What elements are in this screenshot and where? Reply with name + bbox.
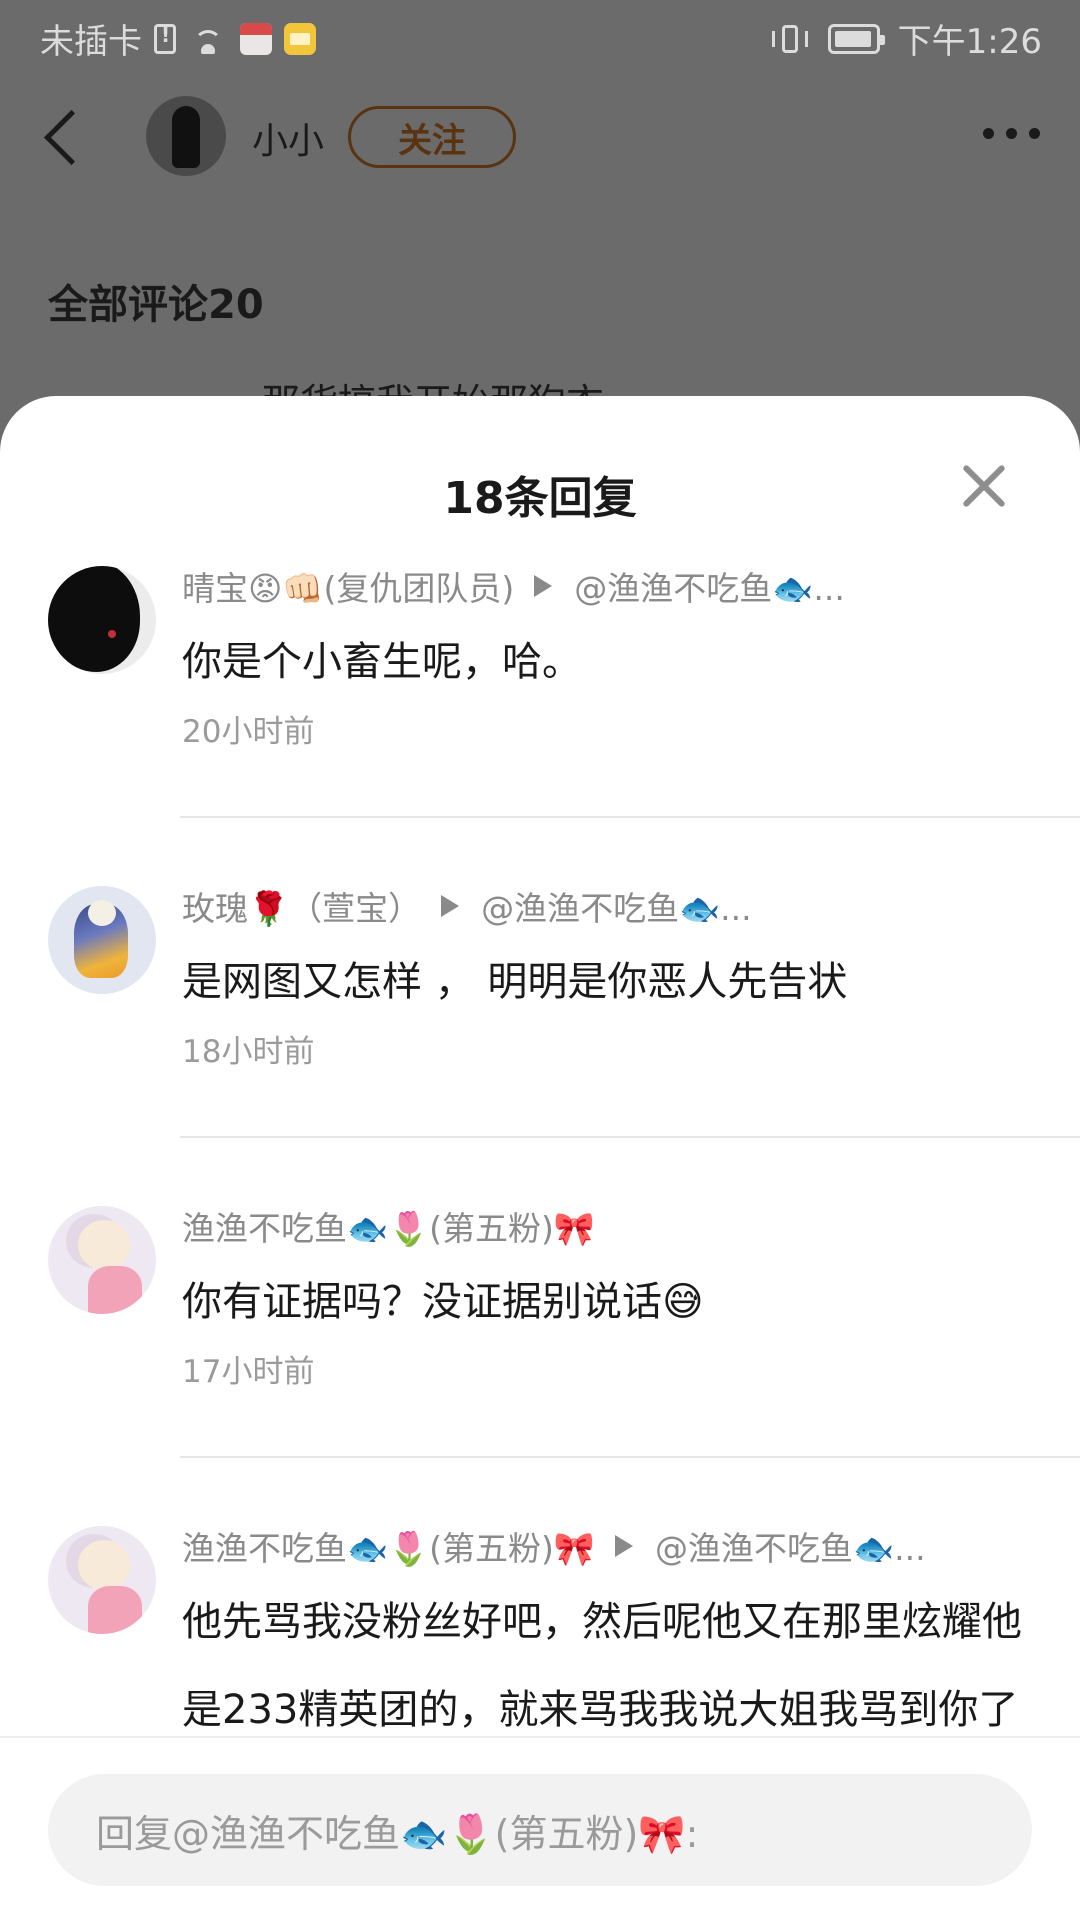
notes-app-icon: [284, 22, 316, 55]
reply-time: 18小时前: [182, 1034, 315, 1070]
author-avatar[interactable]: [146, 96, 226, 176]
calendar-app-icon: [240, 22, 272, 55]
reply-author: 渔渔不吃鱼🐟🌷(第五粉)🎀: [182, 1202, 595, 1250]
divider: [180, 816, 1080, 818]
battery-icon: [827, 23, 885, 54]
follow-button[interactable]: 关注: [348, 106, 516, 168]
divider: [180, 1456, 1080, 1458]
replies-sheet: 18条回复 晴宝😡👊🏻(复仇团队员) @渔渔不吃鱼🐟... 你是个小畜生呢，哈。…: [0, 396, 1080, 1920]
user-avatar[interactable]: [48, 566, 156, 674]
reply-to-name[interactable]: @渔渔不吃鱼🐟...: [655, 1522, 926, 1570]
reply-text: 你有证据吗？没证据别说话😅: [182, 1279, 704, 1325]
reply-author-name[interactable]: 玫瑰🌹（萱宝）: [182, 882, 421, 930]
status-bar: 未插卡 下午1:26: [0, 0, 1080, 76]
reply-input-bar: 回复@渔渔不吃鱼🐟🌷(第五粉)🎀:: [0, 1736, 1080, 1922]
reply-text: 是网图又怎样 ， 明明是你恶人先告状: [182, 959, 848, 1005]
reply-to-arrow-icon: [615, 1535, 634, 1557]
sim-alert-icon: [154, 23, 176, 54]
status-time: 下午1:26: [897, 22, 1042, 62]
author-name[interactable]: 小小: [252, 112, 324, 164]
reply-author: 渔渔不吃鱼🐟🌷(第五粉)🎀 @渔渔不吃鱼🐟...: [182, 1522, 926, 1570]
reply-to-name[interactable]: @渔渔不吃鱼🐟...: [574, 562, 845, 610]
reply-time: 17小时前: [182, 1354, 315, 1390]
reply-author-name[interactable]: 渔渔不吃鱼🐟🌷(第五粉)🎀: [182, 1522, 595, 1570]
reply-time: 20小时前: [182, 714, 315, 750]
reply-to-name[interactable]: @渔渔不吃鱼🐟...: [481, 882, 752, 930]
back-arrow-icon[interactable]: [43, 109, 100, 166]
reply-to-arrow-icon: [441, 895, 460, 917]
reply-author-name[interactable]: 渔渔不吃鱼🐟🌷(第五粉)🎀: [182, 1202, 595, 1250]
carrier-label: 未插卡: [40, 22, 142, 62]
close-icon[interactable]: [960, 462, 1008, 510]
user-avatar[interactable]: [48, 1206, 156, 1314]
reply-to-arrow-icon: [534, 575, 553, 597]
top-nav: 小小 关注: [0, 80, 1080, 200]
reply-author: 玫瑰🌹（萱宝） @渔渔不吃鱼🐟...: [182, 882, 752, 930]
sheet-title: 18条回复: [443, 473, 637, 524]
user-avatar[interactable]: [48, 1526, 156, 1634]
vibrate-icon: [770, 23, 810, 55]
divider: [180, 1136, 1080, 1138]
reply-input[interactable]: 回复@渔渔不吃鱼🐟🌷(第五粉)🎀:: [48, 1774, 1032, 1886]
reply-author: 晴宝😡👊🏻(复仇团队员) @渔渔不吃鱼🐟...: [182, 562, 845, 610]
reply-author-name[interactable]: 晴宝😡👊🏻(复仇团队员): [182, 562, 514, 610]
reply-text: 你是个小畜生呢，哈。: [182, 639, 582, 685]
wifi-icon: [188, 24, 228, 54]
user-avatar[interactable]: [48, 886, 156, 994]
more-options-icon[interactable]: [983, 128, 1040, 139]
comments-count-heading: 全部评论20: [48, 282, 264, 328]
